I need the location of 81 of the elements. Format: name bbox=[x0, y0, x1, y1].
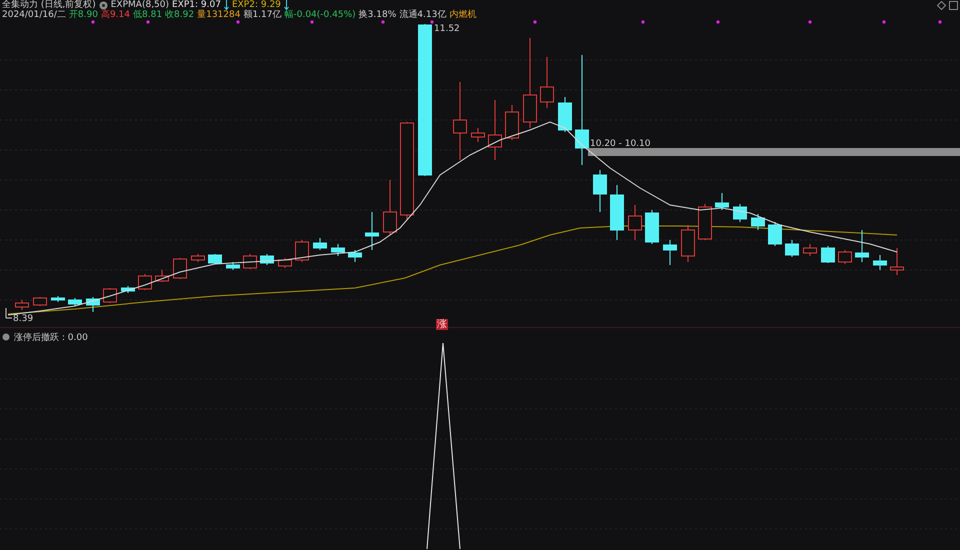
quote-field: 高9.14 bbox=[100, 10, 130, 20]
candlestick bbox=[821, 246, 835, 264]
candlestick bbox=[890, 248, 904, 276]
candlestick bbox=[645, 210, 659, 244]
indicator-label: 涨停后撤跃 : 0.00 bbox=[14, 332, 88, 344]
down-arrow-icon bbox=[224, 0, 229, 10]
candlestick bbox=[768, 222, 782, 246]
marker-dot bbox=[91, 20, 95, 24]
marker-dot bbox=[938, 20, 942, 24]
candlestick bbox=[803, 244, 817, 256]
candlestick bbox=[155, 270, 169, 282]
candlestick bbox=[86, 296, 100, 312]
quote-date: 2024/01/16/二 bbox=[2, 10, 66, 20]
candlestick bbox=[610, 184, 624, 240]
candlestick bbox=[873, 254, 887, 270]
candlestick bbox=[103, 288, 117, 304]
candlestick bbox=[628, 204, 642, 240]
candlestick bbox=[348, 250, 362, 262]
candlestick bbox=[68, 298, 82, 306]
marker-dot bbox=[882, 20, 886, 24]
marker-dot bbox=[808, 20, 812, 24]
marker-dot bbox=[641, 20, 645, 24]
candlestick bbox=[558, 96, 572, 132]
marker-dot bbox=[533, 20, 537, 24]
candlestick bbox=[383, 180, 397, 236]
candlestick bbox=[173, 258, 187, 280]
indicator-value: EXP2: 9.29 bbox=[232, 0, 281, 10]
quote-field: 流通4.13亿 bbox=[399, 10, 446, 20]
candlestick bbox=[681, 224, 695, 262]
candlestick bbox=[278, 258, 292, 268]
low-price-pointer-icon bbox=[6, 308, 12, 318]
candlestick bbox=[138, 274, 152, 290]
quote-field: 内燃机 bbox=[449, 10, 476, 20]
candlestick bbox=[191, 254, 205, 262]
candlestick bbox=[295, 240, 309, 262]
marker-dot bbox=[430, 20, 434, 24]
candlestick bbox=[715, 192, 729, 210]
marker-dot bbox=[236, 20, 240, 24]
quote-field: 换3.18% bbox=[358, 10, 396, 20]
price-range-label: 10.20 - 10.10 bbox=[590, 139, 650, 149]
quote-field: 低8.81 bbox=[133, 10, 162, 20]
quote-field: 开8.90 bbox=[68, 10, 98, 20]
quote-field: 量131284 bbox=[197, 10, 240, 20]
candlestick bbox=[51, 296, 65, 302]
candlestick bbox=[471, 128, 485, 142]
candlestick bbox=[593, 170, 607, 212]
diamond-icon[interactable] bbox=[937, 0, 946, 10]
candlestick bbox=[260, 254, 274, 266]
candlestick bbox=[838, 250, 852, 264]
candlestick bbox=[751, 214, 765, 230]
candlestick bbox=[121, 286, 135, 294]
quote-field: 收8.92 bbox=[165, 10, 194, 20]
candlestick bbox=[243, 254, 257, 270]
candlestick bbox=[33, 296, 47, 306]
candlestick bbox=[208, 254, 222, 264]
candlestick bbox=[663, 240, 677, 266]
indicator-name: EXPMA(8,50) bbox=[110, 0, 170, 10]
candlestick bbox=[785, 240, 799, 258]
candlestick bbox=[488, 100, 502, 160]
candlestick bbox=[733, 204, 747, 222]
candlestick bbox=[15, 300, 29, 310]
indicator-value: EXP1: 9.07 bbox=[172, 0, 221, 10]
high-price-label: 11.52 bbox=[434, 24, 460, 34]
candlestick bbox=[313, 238, 327, 250]
square-icon[interactable] bbox=[949, 0, 958, 10]
marker-dot bbox=[716, 20, 720, 24]
signal-marker: 涨 bbox=[436, 319, 448, 330]
candlestick bbox=[855, 230, 869, 262]
candlestick bbox=[226, 262, 240, 270]
candlestick bbox=[698, 204, 712, 240]
candlestick bbox=[365, 212, 379, 250]
quote-field: 额1.17亿 bbox=[243, 10, 282, 20]
down-arrow-icon bbox=[284, 0, 289, 10]
candlestick bbox=[540, 56, 554, 108]
marker-dot bbox=[310, 20, 314, 24]
marker-dot bbox=[146, 20, 150, 24]
quote-field: 幅-0.04(-0.45%) bbox=[284, 10, 356, 20]
candlestick bbox=[331, 244, 345, 256]
candlestick bbox=[505, 104, 519, 140]
low-price-label: 8.39 bbox=[13, 314, 34, 324]
marker-dot bbox=[381, 20, 385, 24]
